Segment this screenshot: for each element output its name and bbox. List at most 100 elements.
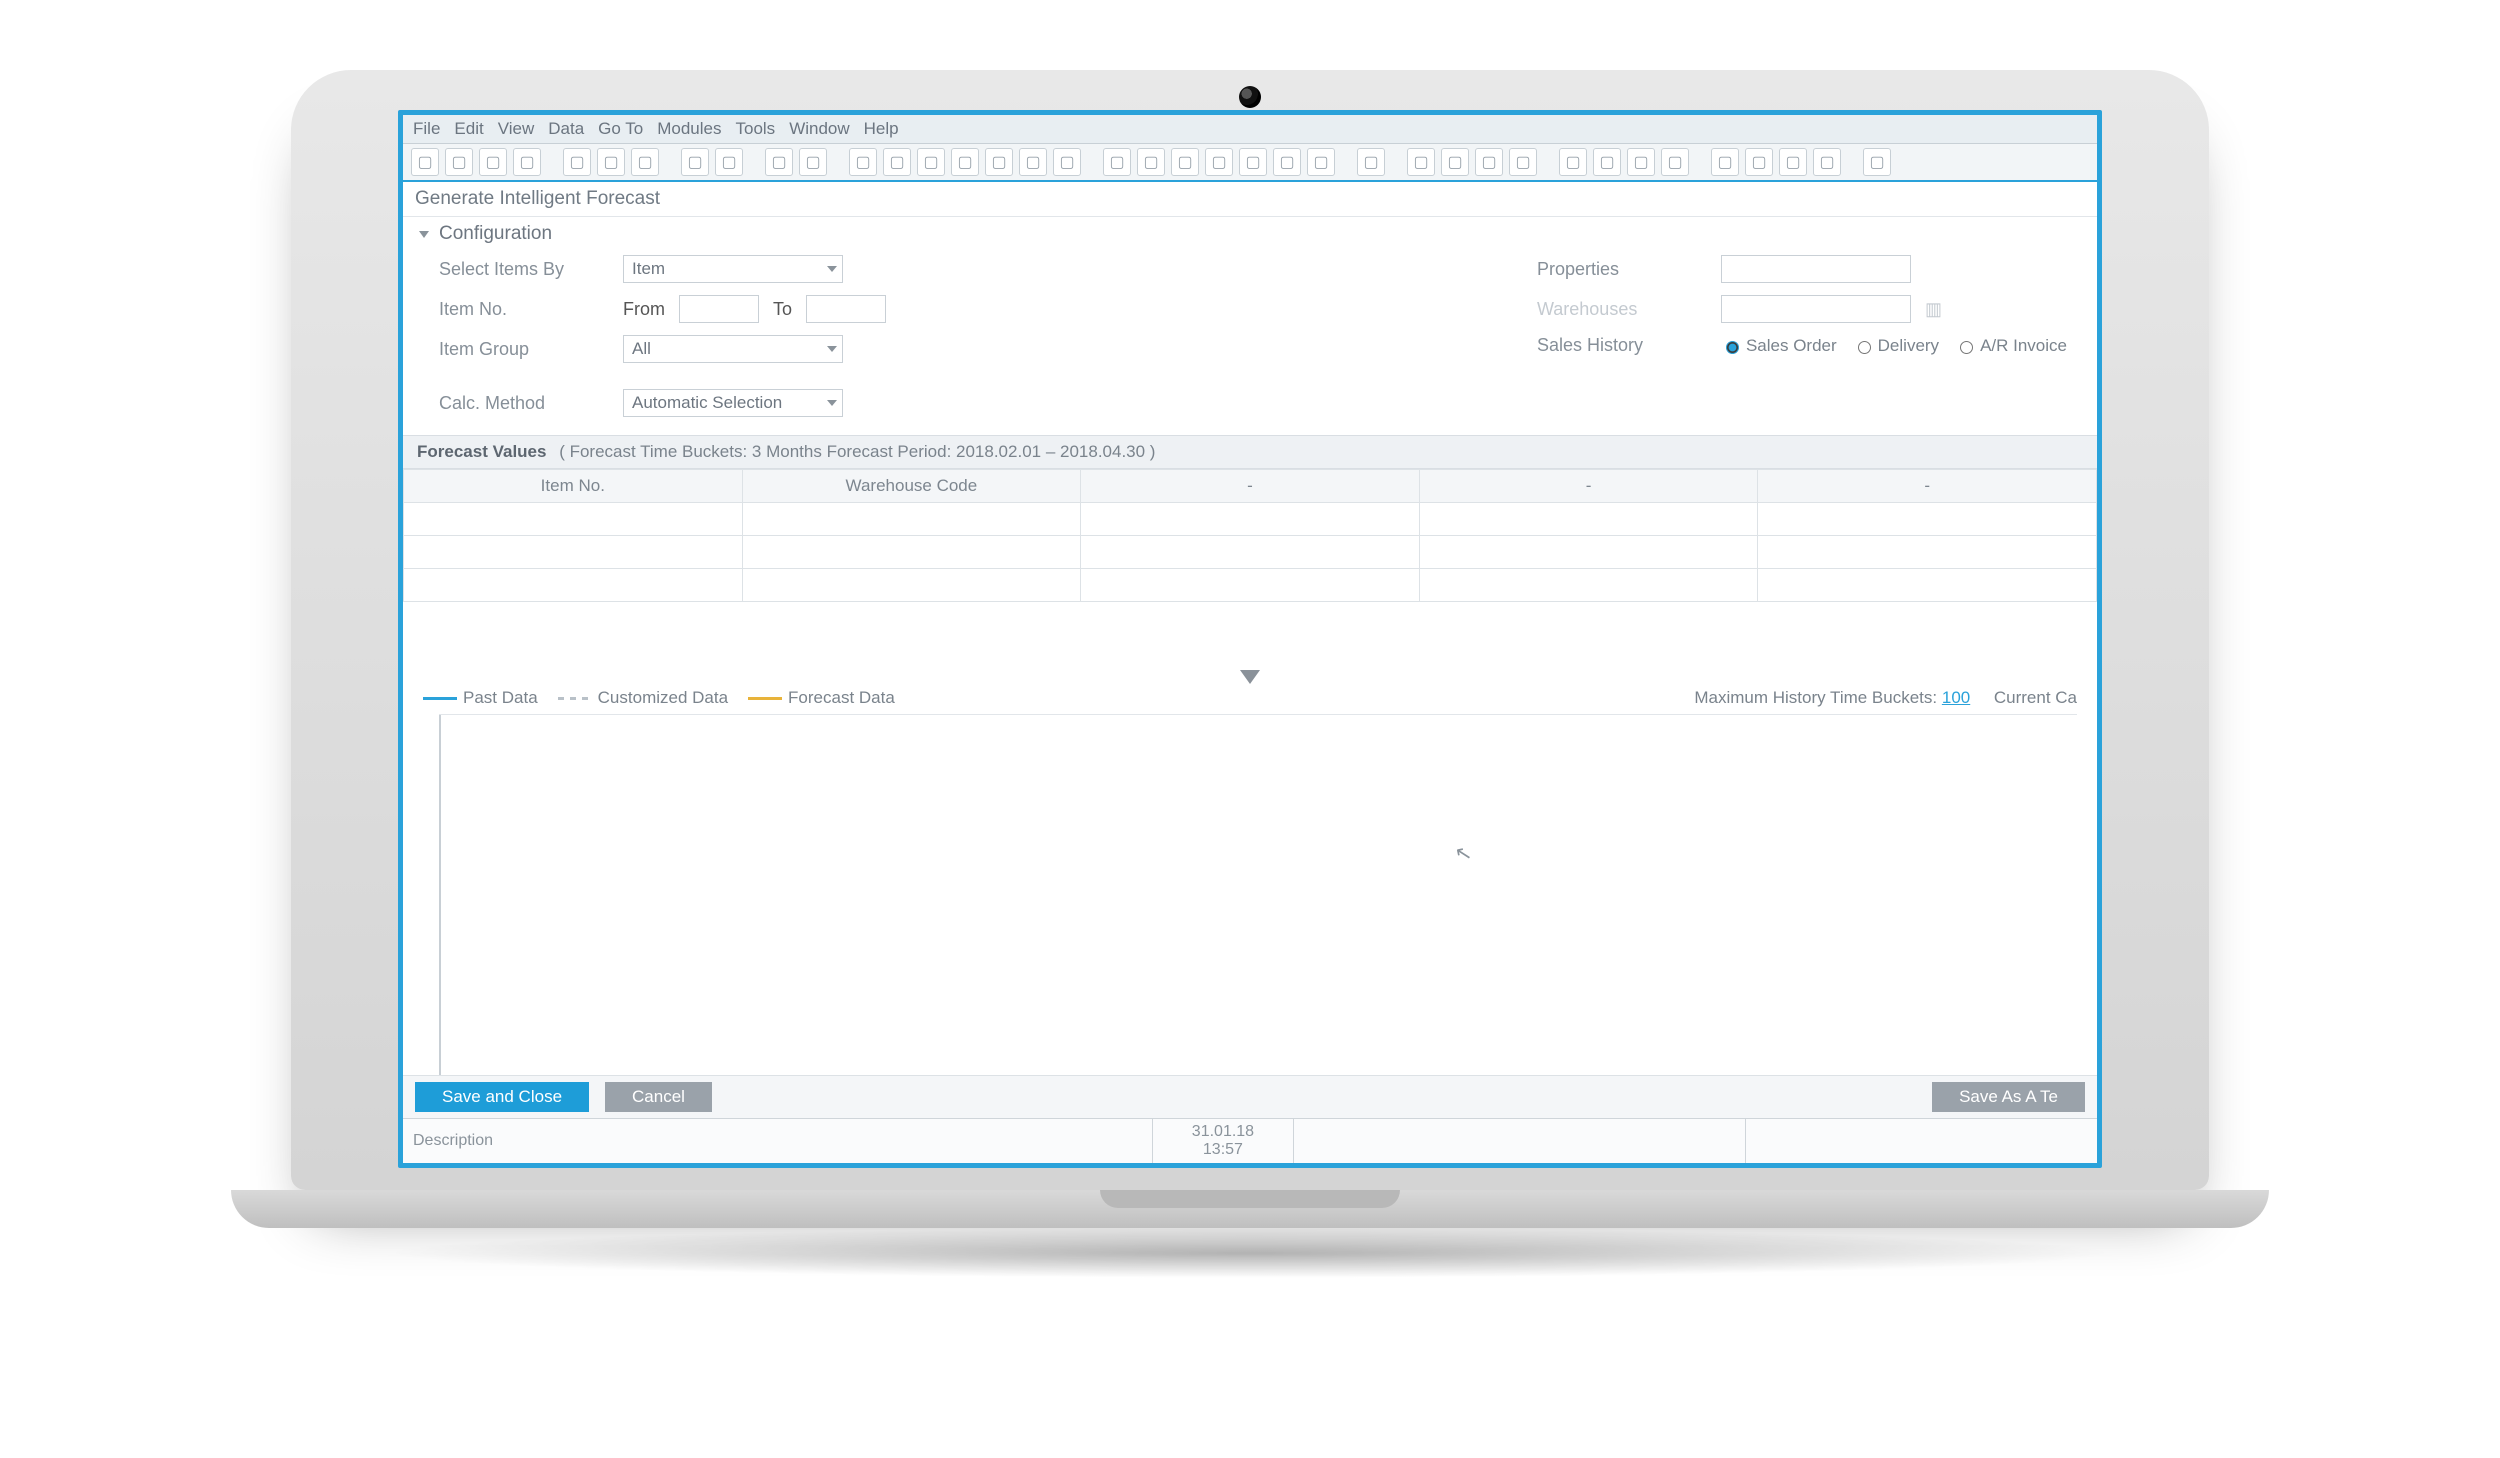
grid-cell[interactable] — [742, 536, 1081, 569]
save-and-close-button[interactable]: Save and Close — [415, 1082, 589, 1112]
grid-cell[interactable] — [1758, 536, 2097, 569]
sales-history-radio[interactable] — [1858, 341, 1871, 354]
legend-past: Past Data — [423, 688, 538, 708]
menu-window[interactable]: Window — [789, 119, 849, 139]
menu-view[interactable]: View — [498, 119, 535, 139]
menu-help[interactable]: Help — [864, 119, 899, 139]
fit-icon[interactable]: ▢ — [681, 148, 709, 176]
grid-cell[interactable] — [1419, 503, 1758, 536]
select-items-by-input[interactable] — [623, 255, 843, 283]
sales-history-row: Sales History Sales OrderDeliveryA/R Inv… — [1537, 335, 2067, 356]
grid-header-cell[interactable]: - — [1081, 470, 1420, 503]
filter-icon[interactable]: ▢ — [1019, 148, 1047, 176]
current-label: Current Ca — [1994, 688, 2077, 707]
configuration-form: Select Items By Item No. From To — [403, 251, 2097, 435]
arrow-out-icon[interactable]: ▢ — [1813, 148, 1841, 176]
grid-header-cell[interactable]: - — [1758, 470, 2097, 503]
item-no-from-input[interactable] — [679, 295, 759, 323]
next-record-icon[interactable]: ▢ — [917, 148, 945, 176]
status-date: 31.01.18 — [1192, 1123, 1254, 1141]
item-group-input[interactable] — [623, 335, 843, 363]
grid-cell[interactable] — [404, 536, 743, 569]
query-icon[interactable]: ▢ — [1627, 148, 1655, 176]
grid-cell[interactable] — [1758, 503, 2097, 536]
print-preview-icon[interactable]: ▢ — [479, 148, 507, 176]
calc-method-label: Calc. Method — [439, 393, 609, 414]
refresh-icon[interactable]: ▢ — [985, 148, 1013, 176]
calendar-icon[interactable]: ▢ — [799, 148, 827, 176]
calc-method-dropdown[interactable] — [623, 389, 843, 417]
grid-cell[interactable] — [1419, 536, 1758, 569]
menu-go-to[interactable]: Go To — [598, 119, 643, 139]
menu-modules[interactable]: Modules — [657, 119, 721, 139]
cursor-icon: ↖ — [1452, 840, 1474, 868]
layout-icon[interactable]: ▢ — [715, 148, 743, 176]
sales-history-radio[interactable] — [1960, 341, 1973, 354]
attach-icon[interactable]: ▢ — [1307, 148, 1335, 176]
find-icon[interactable]: ▢ — [1205, 148, 1233, 176]
forecast-grid[interactable]: Item No.Warehouse Code--- — [403, 469, 2097, 602]
sales-history-option-a-r-invoice[interactable]: A/R Invoice — [1955, 336, 2067, 356]
form-settings-icon[interactable]: ▢ — [1407, 148, 1435, 176]
relationship-icon[interactable]: ▢ — [1559, 148, 1587, 176]
paste-icon[interactable]: ▢ — [1171, 148, 1199, 176]
table-row[interactable] — [404, 536, 2097, 569]
menu-data[interactable]: Data — [548, 119, 584, 139]
grid-header-cell[interactable]: Warehouse Code — [742, 470, 1081, 503]
grid-cell[interactable] — [1419, 569, 1758, 602]
grid-cell[interactable] — [404, 503, 743, 536]
print-icon[interactable]: ▢ — [597, 148, 625, 176]
alert-icon[interactable]: ▢ — [1509, 148, 1537, 176]
message-icon[interactable]: ▢ — [1475, 148, 1503, 176]
export-icon[interactable]: ▢ — [631, 148, 659, 176]
prev-record-icon[interactable]: ▢ — [883, 148, 911, 176]
item-group-dropdown[interactable] — [623, 335, 843, 363]
grid-cell[interactable] — [404, 569, 743, 602]
open-icon[interactable]: ▢ — [445, 148, 473, 176]
calc-method-input[interactable] — [623, 389, 843, 417]
configuration-section-header[interactable]: Configuration — [403, 217, 2097, 251]
redo-icon[interactable]: ▢ — [1273, 148, 1301, 176]
user-icon[interactable]: ▢ — [1661, 148, 1689, 176]
grid-cell[interactable] — [1081, 503, 1420, 536]
user-defined-icon[interactable]: ▢ — [1441, 148, 1469, 176]
preview-icon[interactable]: ▢ — [563, 148, 591, 176]
menu-edit[interactable]: Edit — [454, 119, 483, 139]
item-no-to-input[interactable] — [806, 295, 886, 323]
expand-chart-icon[interactable] — [1240, 670, 1260, 684]
max-history-link[interactable]: 100 — [1942, 688, 1970, 707]
lock-icon[interactable]: ▢ — [765, 148, 793, 176]
grid-cell[interactable] — [742, 569, 1081, 602]
grid-cell[interactable] — [1758, 569, 2097, 602]
first-record-icon[interactable]: ▢ — [849, 148, 877, 176]
table-row[interactable] — [404, 569, 2097, 602]
grid-cell[interactable] — [1081, 536, 1420, 569]
customize-icon[interactable]: ▢ — [1711, 148, 1739, 176]
grid-header-cell[interactable]: - — [1419, 470, 1758, 503]
save-as-template-button[interactable]: Save As A Te — [1932, 1082, 2085, 1112]
select-items-by-dropdown[interactable] — [623, 255, 843, 283]
last-record-icon[interactable]: ▢ — [951, 148, 979, 176]
properties-input[interactable] — [1721, 255, 1911, 283]
help-icon[interactable]: ▢ — [1863, 148, 1891, 176]
undo-icon[interactable]: ▢ — [1239, 148, 1267, 176]
close-window-icon[interactable]: ▢ — [513, 148, 541, 176]
grid-header-cell[interactable]: Item No. — [404, 470, 743, 503]
tools-icon[interactable]: ▢ — [1745, 148, 1773, 176]
grid-cell[interactable] — [742, 503, 1081, 536]
grid-cell[interactable] — [1081, 569, 1420, 602]
menu-tools[interactable]: Tools — [736, 119, 776, 139]
link-icon[interactable]: ▢ — [1357, 148, 1385, 176]
cut-icon[interactable]: ▢ — [1103, 148, 1131, 176]
sales-history-radio[interactable] — [1726, 341, 1739, 354]
new-icon[interactable]: ▢ — [411, 148, 439, 176]
cancel-button[interactable]: Cancel — [605, 1082, 712, 1112]
table-row[interactable] — [404, 503, 2097, 536]
sales-history-option-sales-order[interactable]: Sales Order — [1721, 336, 1837, 356]
workflow-icon[interactable]: ▢ — [1593, 148, 1621, 176]
sales-history-option-delivery[interactable]: Delivery — [1853, 336, 1939, 356]
sort-icon[interactable]: ▢ — [1053, 148, 1081, 176]
menu-file[interactable]: File — [413, 119, 440, 139]
window-list-icon[interactable]: ▢ — [1779, 148, 1807, 176]
copy-icon[interactable]: ▢ — [1137, 148, 1165, 176]
